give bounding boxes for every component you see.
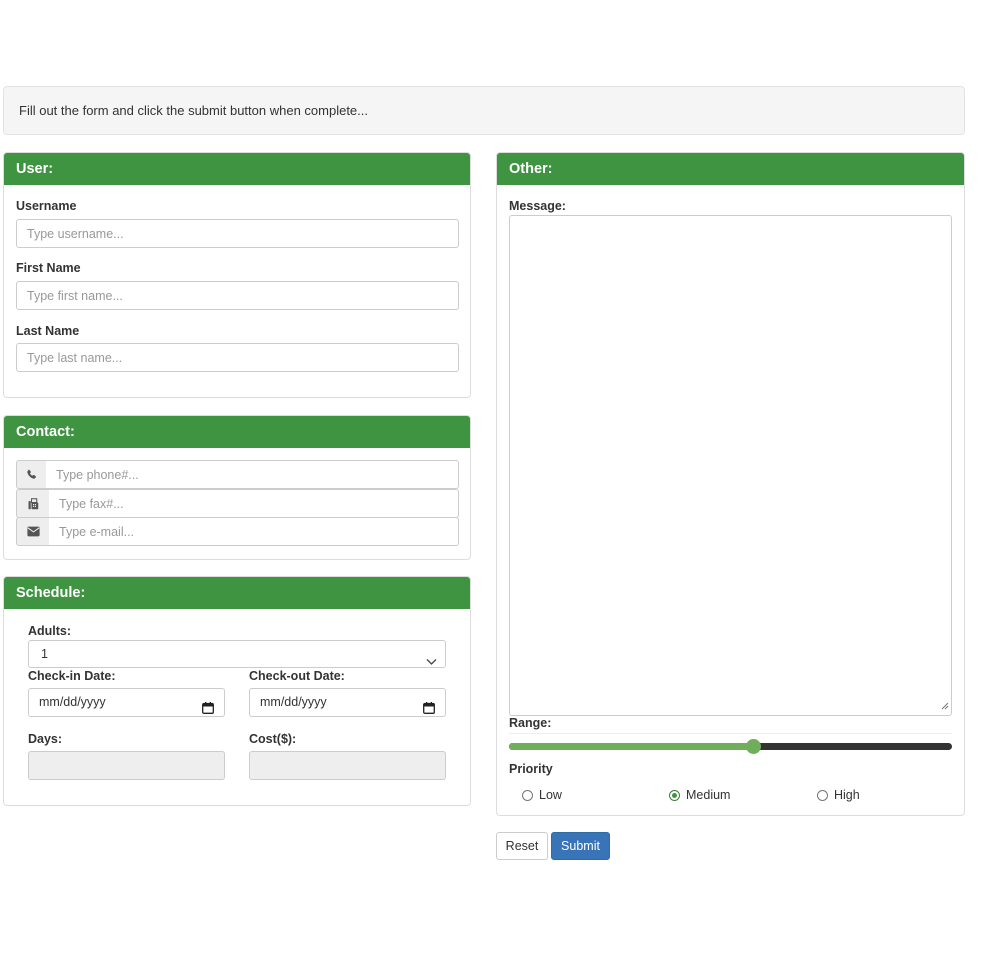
resize-grip-icon[interactable] — [941, 698, 949, 713]
checkout-date-value: mm/dd/yyyy — [260, 695, 327, 709]
range-slider-thumb[interactable] — [746, 739, 761, 754]
calendar-icon[interactable] — [202, 697, 214, 724]
adults-select-value: 1 — [41, 647, 48, 661]
adults-select[interactable]: 1 — [28, 640, 446, 668]
priority-option-medium[interactable]: Medium — [669, 788, 730, 802]
contact-panel-title: Contact: — [4, 416, 470, 448]
checkin-date-value: mm/dd/yyyy — [39, 695, 106, 709]
lastname-label: Last Name — [16, 324, 80, 338]
envelope-icon — [16, 517, 50, 546]
range-slider[interactable] — [509, 739, 952, 754]
priority-option-label: High — [834, 788, 860, 802]
checkout-date-input[interactable]: mm/dd/yyyy — [249, 688, 446, 717]
checkout-label: Check-out Date: — [249, 669, 345, 683]
priority-option-low[interactable]: Low — [522, 788, 562, 802]
email-input[interactable] — [49, 517, 459, 546]
chevron-down-icon — [426, 649, 437, 675]
range-label: Range: — [509, 716, 552, 730]
days-label: Days: — [28, 732, 63, 746]
phone-input-group — [16, 460, 459, 489]
phone-icon — [16, 460, 47, 489]
priority-option-high[interactable]: High — [817, 788, 860, 802]
priority-radio-low[interactable] — [522, 789, 533, 801]
schedule-panel-title: Schedule: — [4, 577, 470, 609]
firstname-input[interactable] — [16, 281, 459, 310]
user-panel-title: User: — [4, 153, 470, 185]
submit-button[interactable]: Submit — [551, 832, 610, 860]
instructions-banner: Fill out the form and click the submit b… — [3, 86, 965, 135]
schedule-panel: Schedule: Adults: 1 Check-in Date: mm/dd… — [3, 576, 471, 806]
priority-label: Priority — [509, 762, 553, 776]
email-input-group — [16, 517, 459, 546]
username-label: Username — [16, 199, 77, 213]
checkin-date-input[interactable]: mm/dd/yyyy — [28, 688, 225, 717]
priority-option-label: Low — [539, 788, 562, 802]
message-label: Message: — [509, 199, 566, 213]
username-input[interactable] — [16, 219, 459, 248]
calendar-icon[interactable] — [423, 697, 435, 724]
priority-radio-medium[interactable] — [669, 789, 680, 801]
days-field — [28, 751, 225, 780]
lastname-input[interactable] — [16, 343, 459, 372]
phone-input[interactable] — [46, 460, 459, 489]
contact-panel: Contact: — [3, 415, 471, 560]
user-panel: User: Username First Name Last Name — [3, 152, 471, 398]
other-panel-title: Other: — [497, 153, 964, 185]
fax-input-group — [16, 489, 459, 518]
divider — [509, 733, 952, 734]
fax-input[interactable] — [49, 489, 459, 518]
instructions-text: Fill out the form and click the submit b… — [19, 103, 369, 118]
priority-radio-high[interactable] — [817, 789, 828, 801]
range-slider-fill — [509, 743, 753, 750]
adults-label: Adults: — [28, 624, 72, 638]
other-panel: Other: Message: Range: Priority Low Medi… — [496, 152, 965, 816]
message-textarea[interactable] — [509, 215, 952, 716]
cost-label: Cost($): — [249, 732, 297, 746]
reset-button[interactable]: Reset — [496, 832, 548, 860]
fax-icon — [16, 489, 50, 518]
checkin-label: Check-in Date: — [28, 669, 116, 683]
firstname-label: First Name — [16, 261, 81, 275]
priority-option-label: Medium — [686, 788, 731, 802]
cost-field — [249, 751, 446, 780]
